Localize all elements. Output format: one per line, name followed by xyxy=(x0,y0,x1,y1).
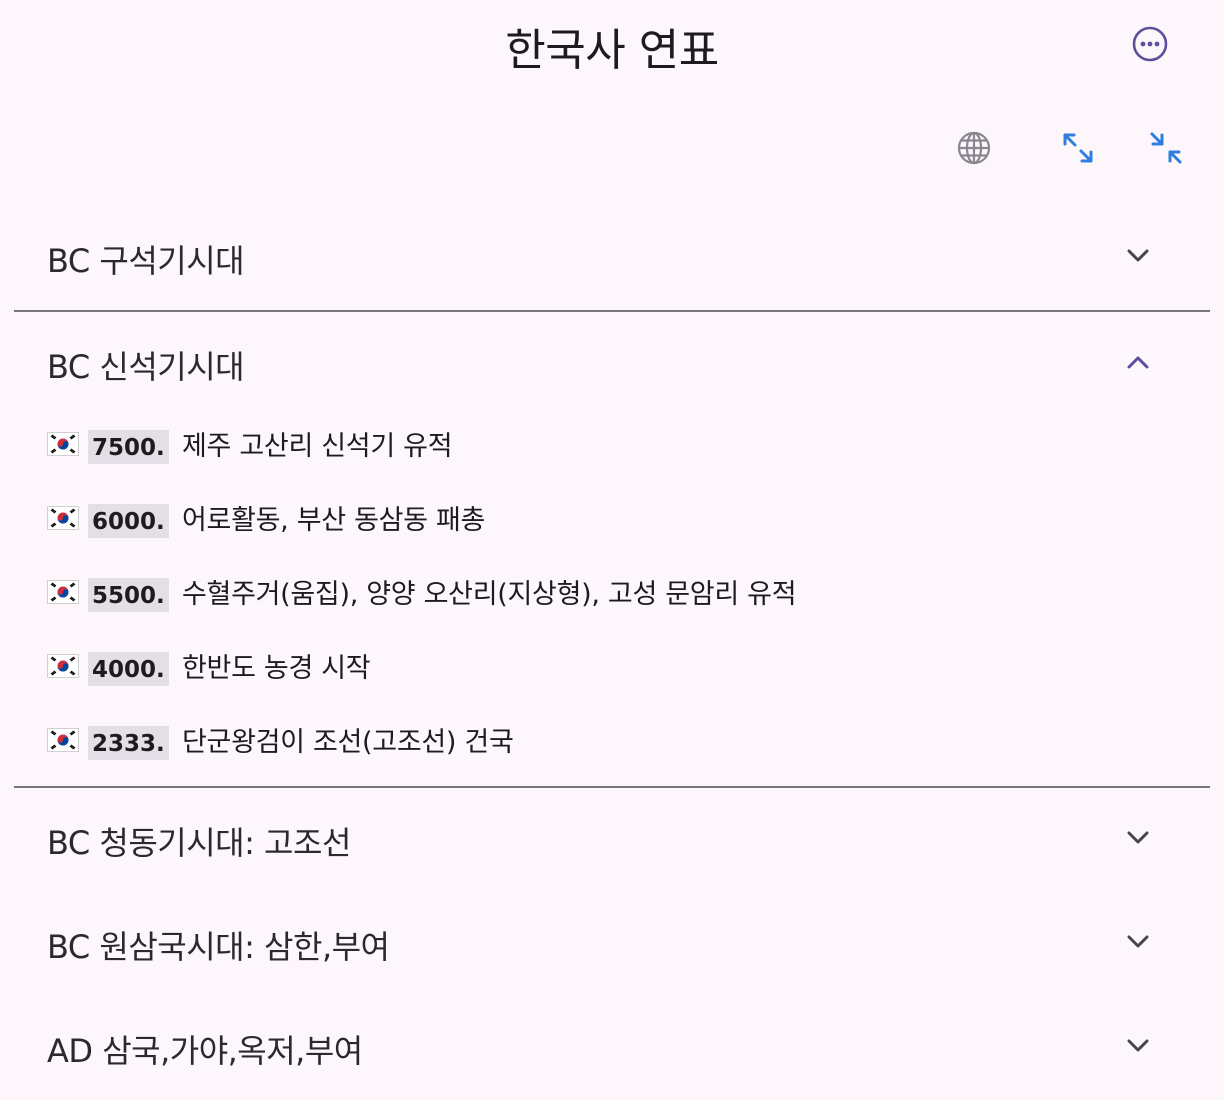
event-row[interactable]: 7500. 제주 고산리 신석기 유적 xyxy=(14,416,1210,490)
expand-all-button[interactable] xyxy=(1056,126,1100,170)
korea-flag-icon xyxy=(47,728,79,752)
section-title: BC 신석기시대 xyxy=(47,348,245,386)
section-header-neolithic[interactable]: BC 신석기시대 xyxy=(14,312,1210,416)
expand-all-icon xyxy=(1063,133,1093,163)
event-text: 어로활동, 부산 동삼동 패총 xyxy=(182,505,486,536)
section-title: BC 원삼국시대: 삼한,부여 xyxy=(47,928,390,966)
event-year: 6000. xyxy=(88,504,169,538)
korea-flag-icon xyxy=(47,506,79,530)
section-events-neolithic: 7500. 제주 고산리 신석기 유적 6000. 어로활동, 부산 동삼동 패… xyxy=(14,416,1210,786)
chevron-up-icon xyxy=(1122,346,1154,378)
section-header-proto-three-kingdoms[interactable]: BC 원삼국시대: 삼한,부여 xyxy=(14,892,1210,996)
section-title: BC 구석기시대 xyxy=(47,242,245,280)
event-year: 4000. xyxy=(88,652,169,686)
korea-flag-icon xyxy=(47,580,79,604)
event-row[interactable]: 6000. 어로활동, 부산 동삼동 패총 xyxy=(14,490,1210,564)
section-header-bronze-age[interactable]: BC 청동기시대: 고조선 xyxy=(14,788,1210,892)
globe-icon xyxy=(957,131,991,165)
event-text: 단군왕검이 조선(고조선) 건국 xyxy=(182,727,514,758)
korea-flag-icon xyxy=(47,654,79,678)
language-button[interactable] xyxy=(952,126,996,170)
korea-flag-icon xyxy=(47,432,79,456)
page-title: 한국사 연표 xyxy=(505,25,719,76)
event-text: 제주 고산리 신석기 유적 xyxy=(182,431,453,462)
top-app-bar: 한국사 연표 xyxy=(0,0,1224,86)
collapse-all-button[interactable] xyxy=(1144,126,1188,170)
section-title: BC 청동기시대: 고조선 xyxy=(47,824,351,862)
event-row[interactable]: 4000. 한반도 농경 시작 xyxy=(14,638,1210,712)
section-header-three-kingdoms[interactable]: AD 삼국,가야,옥저,부여 xyxy=(14,996,1210,1100)
more-options-button[interactable] xyxy=(1130,24,1170,64)
section-header-paleolithic[interactable]: BC 구석기시대 xyxy=(14,206,1210,310)
event-row[interactable]: 5500. 수혈주거(움집), 양양 오산리(지상형), 고성 문암리 유적 xyxy=(14,564,1210,638)
event-year: 2333. xyxy=(88,726,169,760)
section-title: AD 삼국,가야,옥저,부여 xyxy=(47,1032,363,1070)
collapse-all-icon xyxy=(1150,132,1182,164)
event-row[interactable]: 2333. 단군왕검이 조선(고조선) 건국 xyxy=(14,712,1210,786)
event-text: 수혈주거(움집), 양양 오산리(지상형), 고성 문암리 유적 xyxy=(182,579,797,610)
more-horizontal-circle-icon xyxy=(1132,26,1168,62)
chevron-down-icon xyxy=(1122,240,1154,272)
chevron-down-icon xyxy=(1122,1030,1154,1062)
event-text: 한반도 농경 시작 xyxy=(182,653,371,684)
chevron-down-icon xyxy=(1122,926,1154,958)
event-year: 5500. xyxy=(88,578,169,612)
event-year: 7500. xyxy=(88,430,169,464)
timeline-accordion: BC 구석기시대 BC 신석기시대 7500. 제주 고산리 신석기 유적 60… xyxy=(14,206,1210,1100)
toolbar xyxy=(0,122,1224,172)
chevron-down-icon xyxy=(1122,822,1154,854)
